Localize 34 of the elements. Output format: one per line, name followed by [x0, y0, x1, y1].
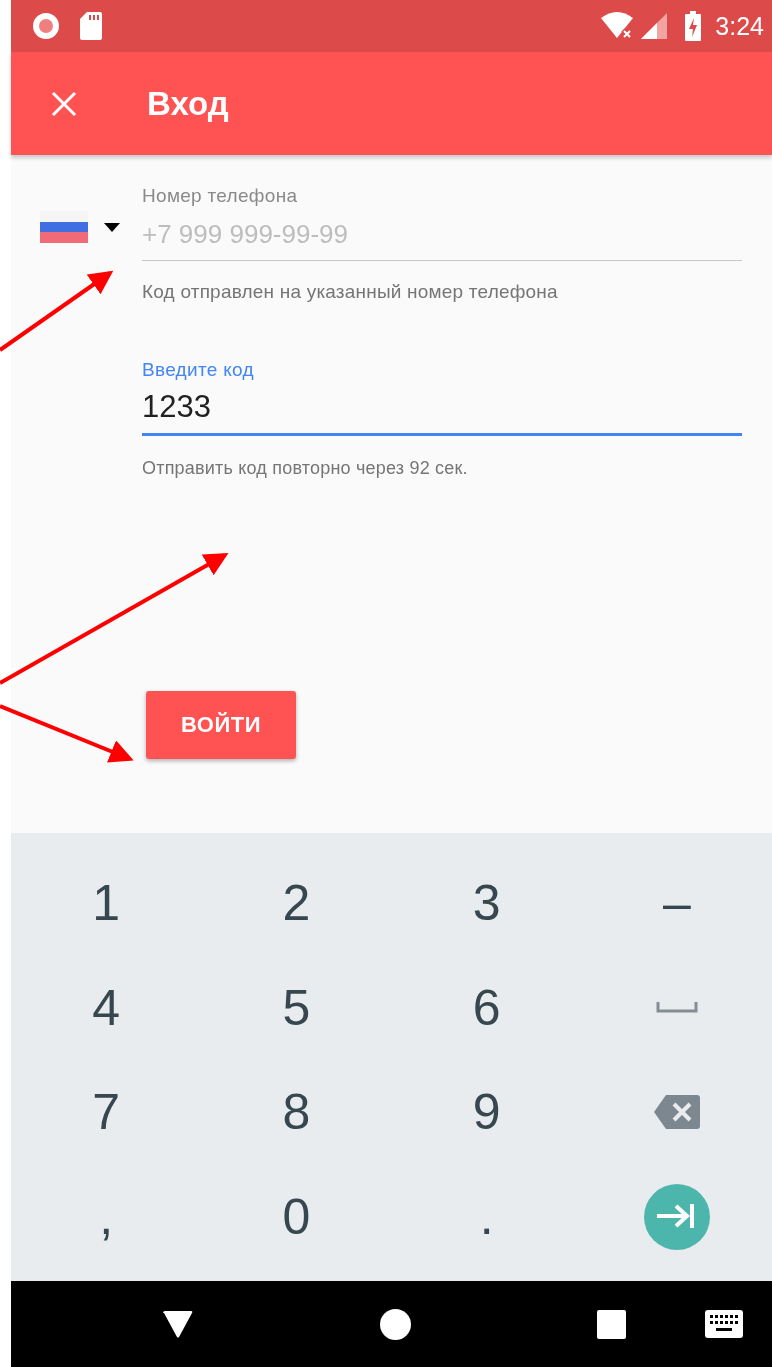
- helper-text: Код отправлен на указанный номер телефона: [142, 281, 559, 303]
- keyboard-key[interactable]: 7: [92, 1083, 121, 1142]
- back-icon[interactable]: [163, 1310, 193, 1338]
- keyboard-key[interactable]: ,: [99, 1187, 114, 1246]
- field-label: Введите код: [142, 359, 255, 381]
- recents-icon[interactable]: [597, 1309, 626, 1339]
- phone-field[interactable]: +7 999 999-99-99: [142, 207, 742, 261]
- keyboard-icon[interactable]: [705, 1310, 743, 1338]
- keyboard-key[interactable]: 8: [282, 1083, 311, 1142]
- keyboard-key[interactable]: 3: [472, 874, 501, 933]
- keyboard-key[interactable]: 6: [472, 978, 501, 1037]
- keyboard-key[interactable]: .: [479, 1187, 494, 1246]
- keyboard-key[interactable]: 2: [282, 874, 311, 933]
- status-time: 3:24: [715, 11, 764, 41]
- battery-charging-icon: [685, 11, 702, 41]
- helper-text: Отправить код повторно через 92 сек.: [142, 458, 469, 479]
- code-field[interactable]: 1233: [142, 381, 742, 436]
- signal-icon: [641, 13, 668, 39]
- keyboard-key[interactable]: 5: [282, 978, 311, 1037]
- home-icon[interactable]: [380, 1308, 411, 1340]
- keyboard-key[interactable]: –: [662, 874, 691, 933]
- backspace-icon[interactable]: [653, 1095, 700, 1130]
- dropdown-icon: [104, 222, 120, 232]
- keyboard-key[interactable]: 9: [472, 1083, 501, 1142]
- sd-card-icon: [80, 12, 102, 40]
- space-icon[interactable]: [655, 1002, 698, 1014]
- wifi-off-icon: [601, 12, 636, 40]
- keyboard-key[interactable]: 0: [282, 1187, 311, 1246]
- keyboard-key[interactable]: 1: [92, 874, 121, 933]
- close-icon[interactable]: [51, 90, 77, 117]
- screen-title: Вход: [147, 84, 229, 123]
- keyboard-key[interactable]: 4: [92, 978, 121, 1037]
- record-icon: [32, 12, 60, 40]
- field-label: Номер телефона: [142, 185, 299, 207]
